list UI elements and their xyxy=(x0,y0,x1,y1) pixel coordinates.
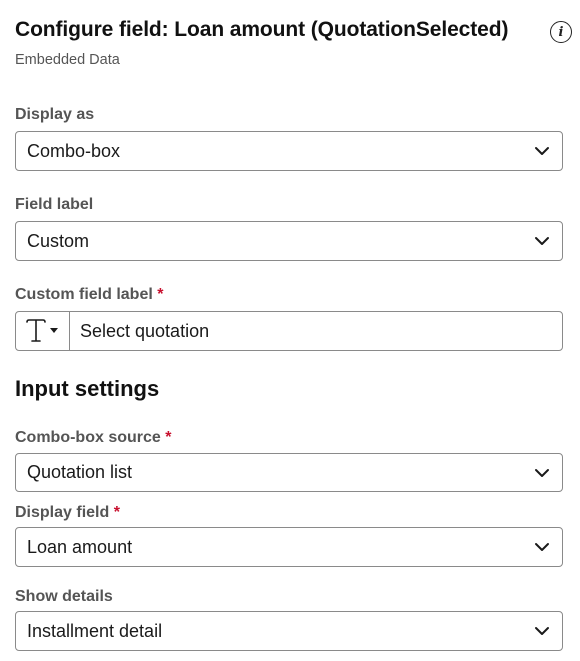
text-type-dropdown-button[interactable] xyxy=(16,312,70,350)
show-details-label: Show details xyxy=(15,588,113,605)
chevron-down-icon xyxy=(535,543,549,551)
text-type-icon xyxy=(26,319,58,342)
info-glyph: i xyxy=(558,24,564,40)
display-as-field: Display as Combo-box xyxy=(15,104,563,171)
display-field-select[interactable]: Loan amount xyxy=(15,527,563,567)
chevron-down-icon xyxy=(535,147,549,155)
show-details-value: Installment detail xyxy=(27,621,163,641)
display-field-label: Display field xyxy=(15,504,110,521)
input-settings-heading: Input settings xyxy=(15,376,160,401)
display-field-label-row: Display field * xyxy=(15,502,563,524)
custom-field-label-field: Custom field label * xyxy=(15,284,563,351)
display-as-select[interactable]: Combo-box xyxy=(15,131,563,171)
combo-box-source-select[interactable]: Quotation list xyxy=(15,453,563,492)
field-label-label: Field label xyxy=(15,196,94,213)
show-details-field: Show details Installment detail xyxy=(15,586,563,651)
combo-box-source-field: Combo-box source * Quotation list xyxy=(15,427,563,492)
field-label-select[interactable]: Custom xyxy=(15,221,563,261)
custom-field-label-input[interactable] xyxy=(70,312,562,350)
chevron-down-icon xyxy=(535,237,549,245)
required-marker: * xyxy=(165,429,172,446)
page-title: Configure field: Loan amount (QuotationS… xyxy=(15,18,509,41)
combo-box-source-value: Quotation list xyxy=(27,462,133,482)
custom-field-label-label-row: Custom field label * xyxy=(15,284,563,306)
display-field-field: Display field * Loan amount xyxy=(15,502,563,567)
configure-field-panel: Configure field: Loan amount (QuotationS… xyxy=(0,0,580,661)
page-subtitle: Embedded Data xyxy=(15,52,120,68)
info-icon[interactable]: i xyxy=(550,21,572,43)
field-label-field: Field label Custom xyxy=(15,194,563,261)
panel-header: Configure field: Loan amount (QuotationS… xyxy=(15,16,575,76)
required-marker: * xyxy=(157,286,164,303)
chevron-down-icon xyxy=(535,627,549,635)
display-as-value: Combo-box xyxy=(27,141,121,161)
combo-box-source-label-row: Combo-box source * xyxy=(15,427,563,449)
display-field-value: Loan amount xyxy=(27,537,133,557)
show-details-select[interactable]: Installment detail xyxy=(15,611,563,651)
custom-field-label-input-group xyxy=(15,311,563,351)
required-marker: * xyxy=(113,504,120,521)
custom-field-label-label: Custom field label xyxy=(15,286,153,303)
chevron-down-icon xyxy=(535,469,549,477)
combo-box-source-label: Combo-box source xyxy=(15,429,161,446)
field-label-value: Custom xyxy=(27,231,90,251)
display-as-label: Display as xyxy=(15,106,95,123)
